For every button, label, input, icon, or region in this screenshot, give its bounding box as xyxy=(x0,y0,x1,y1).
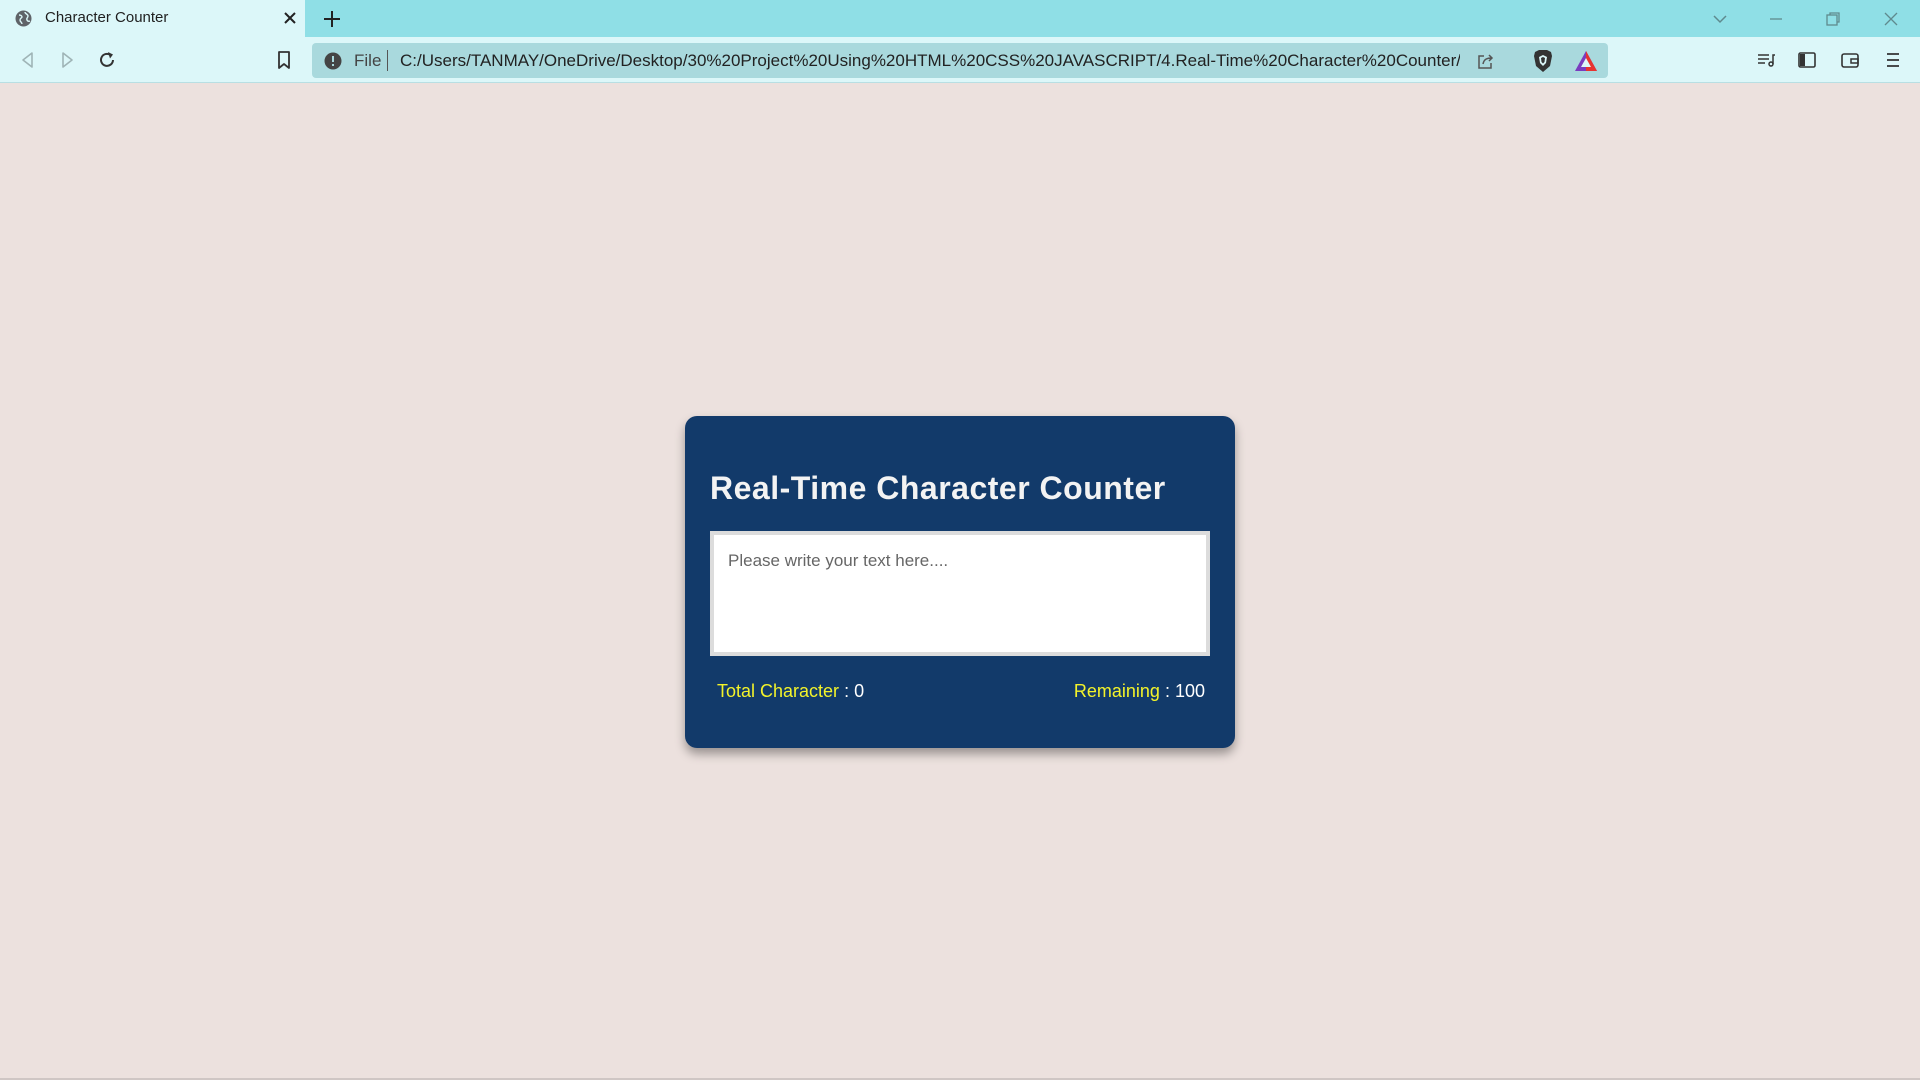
back-icon[interactable] xyxy=(18,50,38,70)
minimize-icon[interactable] xyxy=(1767,10,1785,28)
playlist-icon[interactable] xyxy=(1756,50,1776,70)
remaining-separator: : xyxy=(1159,681,1175,701)
brave-shields-icon[interactable] xyxy=(1532,49,1554,73)
remaining-label: Remaining xyxy=(1073,681,1160,701)
menu-icon[interactable] xyxy=(1883,50,1903,70)
new-tab-icon[interactable] xyxy=(322,9,342,29)
close-tab-icon[interactable] xyxy=(282,10,298,26)
restore-icon[interactable] xyxy=(1824,10,1842,28)
scheme-label: File xyxy=(354,51,382,70)
share-icon[interactable] xyxy=(1476,51,1496,71)
reload-icon[interactable] xyxy=(97,50,117,70)
wallet-icon[interactable] xyxy=(1840,50,1860,70)
forward-icon[interactable] xyxy=(57,50,77,70)
address-bar[interactable]: File C:/Users/TANMAY/OneDrive/Desktop/30… xyxy=(312,43,1608,78)
character-counter-card: Real-Time Character Counter Total Charac… xyxy=(685,416,1235,748)
bookmark-icon[interactable] xyxy=(274,50,294,70)
card-title: Real-Time Character Counter xyxy=(710,470,1166,506)
remaining-stat: Remaining : 100 xyxy=(1074,681,1205,702)
url-text[interactable]: C:/Users/TANMAY/OneDrive/Desktop/30%20Pr… xyxy=(400,51,1460,71)
tab-search-chevron-icon[interactable] xyxy=(1711,10,1729,28)
total-character-label: Total Character xyxy=(717,681,840,701)
tab-title: Character Counter xyxy=(45,9,169,26)
brave-rewards-icon[interactable] xyxy=(1574,50,1598,72)
total-character-value: 0 xyxy=(854,681,865,701)
tab-strip: Character Counter xyxy=(0,0,1920,37)
text-input[interactable] xyxy=(710,531,1210,656)
total-character-separator: : xyxy=(839,681,855,701)
divider xyxy=(387,50,388,71)
sidebar-icon[interactable] xyxy=(1797,50,1817,70)
remaining-value: 100 xyxy=(1174,681,1205,701)
info-icon[interactable] xyxy=(324,52,342,70)
close-window-icon[interactable] xyxy=(1882,10,1900,28)
total-character-stat: Total Character : 0 xyxy=(717,681,864,702)
tab-character-counter[interactable]: Character Counter xyxy=(0,0,305,37)
globe-icon xyxy=(15,10,32,27)
